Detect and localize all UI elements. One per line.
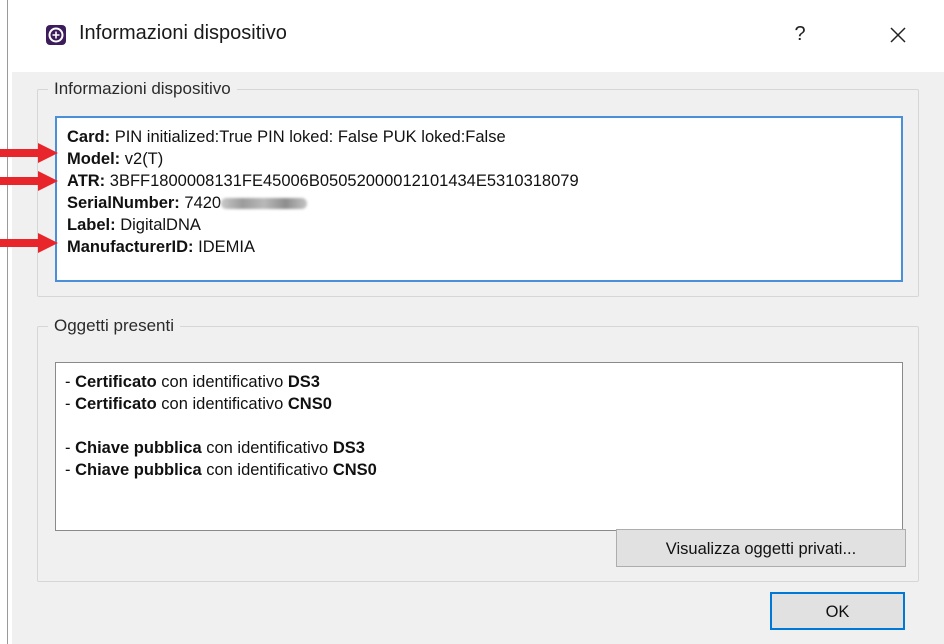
object-item: - Chiave pubblica con identificativo CNS… xyxy=(65,459,902,481)
help-button[interactable]: ? xyxy=(782,16,818,52)
annotation-arrow-model xyxy=(0,143,58,163)
atr-value: 3BFF1800008131FE45006B05052000012101434E… xyxy=(109,172,579,190)
device-line-model: Model: v2(T) xyxy=(67,148,901,170)
device-line-serial: SerialNumber: 7420 xyxy=(67,192,901,214)
card-value: PIN initialized:True PIN loked: False PU… xyxy=(114,128,506,146)
object-type: Chiave pubblica xyxy=(75,461,202,479)
object-prefix: - xyxy=(65,439,76,457)
object-type: Certificato xyxy=(75,373,157,391)
redacted-serial-blur xyxy=(221,198,308,210)
object-id: DS3 xyxy=(332,439,365,457)
object-type: Chiave pubblica xyxy=(75,439,202,457)
serial-value: 7420 xyxy=(184,194,222,212)
device-info-dialog: Informazioni dispositivo ? Informazioni … xyxy=(12,0,944,644)
objects-group-title: Oggetti presenti xyxy=(48,316,181,336)
view-private-objects-button[interactable]: Visualizza oggetti privati... xyxy=(616,529,906,567)
atr-label: ATR: xyxy=(67,172,106,190)
label-value: DigitalDNA xyxy=(120,216,201,234)
object-item: - Certificato con identificativo DS3 xyxy=(65,371,902,393)
annotation-arrow-manufacturer xyxy=(0,233,58,253)
label-label: Label: xyxy=(67,216,116,234)
object-middle: con identificativo xyxy=(206,461,329,479)
object-middle: con identificativo xyxy=(206,439,329,457)
ok-button[interactable]: OK xyxy=(770,592,905,630)
object-item: - Certificato con identificativo CNS0 xyxy=(65,393,902,415)
object-id: DS3 xyxy=(287,373,320,391)
close-button[interactable] xyxy=(878,16,918,56)
object-id: CNS0 xyxy=(287,395,332,413)
object-middle: con identificativo xyxy=(161,373,284,391)
close-icon xyxy=(890,27,906,43)
device-info-textbox[interactable]: Card: PIN initialized:True PIN loked: Fa… xyxy=(55,116,903,282)
object-item: - Chiave pubblica con identificativo DS3 xyxy=(65,437,902,459)
device-line-atr: ATR: 3BFF1800008131FE45006B0505200001210… xyxy=(67,170,901,192)
objects-spacer xyxy=(65,415,902,437)
object-prefix: - xyxy=(65,373,76,391)
card-label: Card: xyxy=(67,128,111,146)
device-line-card: Card: PIN initialized:True PIN loked: Fa… xyxy=(67,126,901,148)
object-prefix: - xyxy=(65,461,76,479)
object-id: CNS0 xyxy=(332,461,377,479)
object-prefix: - xyxy=(65,395,76,413)
object-type: Certificato xyxy=(75,395,157,413)
model-label: Model: xyxy=(67,150,121,168)
manufacturer-label: ManufacturerID: xyxy=(67,238,194,256)
title-bar: Informazioni dispositivo ? xyxy=(12,0,944,72)
serial-label: SerialNumber: xyxy=(67,194,180,212)
device-line-label: Label: DigitalDNA xyxy=(67,214,901,236)
window-edge xyxy=(7,0,8,644)
annotation-arrow-atr xyxy=(0,171,58,191)
device-line-manufacturer: ManufacturerID: IDEMIA xyxy=(67,236,901,258)
smartcard-app-icon xyxy=(46,25,66,45)
device-info-group: Informazioni dispositivo Card: PIN initi… xyxy=(37,79,919,297)
window-title: Informazioni dispositivo xyxy=(79,22,287,44)
object-middle: con identificativo xyxy=(161,395,284,413)
model-value: v2(T) xyxy=(124,150,164,168)
objects-textbox[interactable]: - Certificato con identificativo DS3 - C… xyxy=(55,362,903,531)
manufacturer-value: IDEMIA xyxy=(198,238,255,256)
device-info-group-title: Informazioni dispositivo xyxy=(48,79,237,99)
